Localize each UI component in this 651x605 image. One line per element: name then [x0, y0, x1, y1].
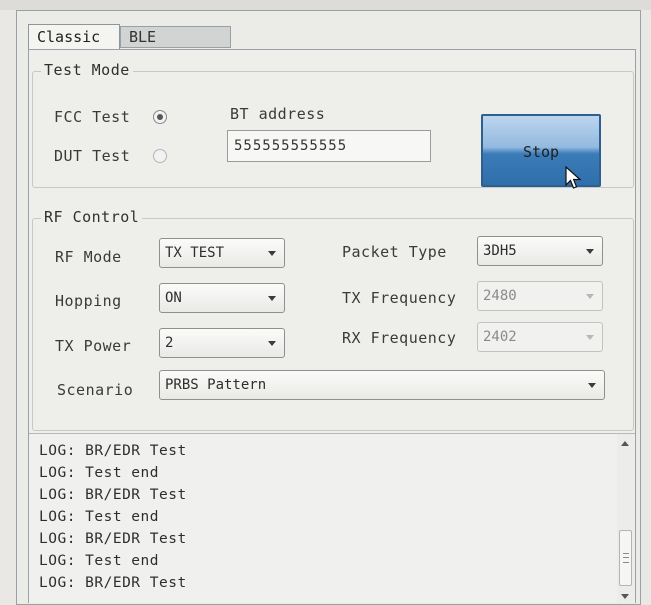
tx-frequency-label: TX Frequency [342, 289, 457, 307]
log-line: LOG: BR/EDR Test [39, 531, 187, 547]
log-line: LOG: BR/EDR Test [39, 487, 187, 503]
tx-frequency-select[interactable]: 2480 [477, 281, 603, 311]
log-line: LOG: BR/EDR Test [39, 443, 187, 459]
chevron-down-icon [586, 249, 594, 254]
chevron-down-icon [268, 251, 276, 256]
log-output[interactable]: LOG: BR/EDR Test LOG: Test end LOG: BR/E… [29, 433, 635, 603]
hopping-label: Hopping [55, 292, 122, 310]
rf-mode-value: TX TEST [165, 245, 225, 261]
packet-type-label: Packet Type [342, 243, 447, 261]
mouse-pointer-icon [565, 166, 582, 189]
chevron-down-icon [588, 383, 596, 388]
chevron-down-icon [268, 341, 276, 346]
scenario-select[interactable]: PRBS Pattern [159, 370, 605, 400]
tab-classic[interactable]: Classic [28, 24, 120, 50]
log-line: LOG: Test end [39, 509, 159, 525]
packet-type-select[interactable]: 3DH5 [477, 236, 603, 266]
rx-frequency-label: RX Frequency [342, 329, 457, 347]
tx-power-label: TX Power [55, 337, 132, 355]
chevron-down-icon [586, 294, 594, 299]
tab-ble[interactable]: BLE [120, 26, 231, 48]
chevron-down-icon [268, 296, 276, 301]
log-line: LOG: Test end [39, 465, 159, 481]
hopping-select[interactable]: ON [159, 283, 285, 313]
test-mode-group: Test Mode FCC Test DUT Test BT address 5… [32, 61, 634, 189]
classic-panel: Test Mode FCC Test DUT Test BT address 5… [28, 49, 636, 603]
grip-icon [623, 553, 629, 563]
fcc-test-label: FCC Test [54, 108, 131, 126]
rf-control-title: RF Control [41, 208, 143, 226]
rf-control-group: RF Control RF Mode TX TEST Hopping ON TX… [32, 208, 634, 431]
scenario-label: Scenario [57, 381, 134, 399]
chevron-down-icon [586, 335, 594, 340]
scroll-up-icon[interactable] [621, 441, 629, 446]
rf-mode-select[interactable]: TX TEST [159, 238, 285, 268]
bt-address-label: BT address [230, 105, 326, 123]
rx-frequency-value: 2402 [483, 329, 517, 345]
tx-power-value: 2 [165, 335, 174, 351]
dut-test-radio[interactable] [153, 149, 167, 163]
rx-frequency-select[interactable]: 2402 [477, 322, 603, 352]
scrollbar-thumb[interactable] [619, 530, 632, 586]
log-scrollbar[interactable] [617, 434, 634, 603]
log-line: LOG: Test end [39, 553, 159, 569]
tx-power-select[interactable]: 2 [159, 328, 285, 358]
dut-test-label: DUT Test [54, 147, 131, 165]
stop-button-label: Stop [522, 143, 560, 161]
test-mode-title: Test Mode [41, 61, 133, 79]
bt-address-value: 555555555555 [234, 138, 348, 154]
scenario-value: PRBS Pattern [165, 377, 267, 393]
window-top-edge [0, 0, 651, 10]
fcc-test-radio[interactable] [153, 110, 167, 124]
scroll-down-icon[interactable] [621, 594, 629, 599]
packet-type-value: 3DH5 [483, 243, 517, 259]
hopping-value: ON [165, 290, 182, 306]
bt-address-input[interactable]: 555555555555 [227, 130, 431, 162]
tx-frequency-value: 2480 [483, 288, 517, 304]
rf-mode-label: RF Mode [55, 248, 122, 266]
log-line: LOG: BR/EDR Test [39, 575, 187, 591]
